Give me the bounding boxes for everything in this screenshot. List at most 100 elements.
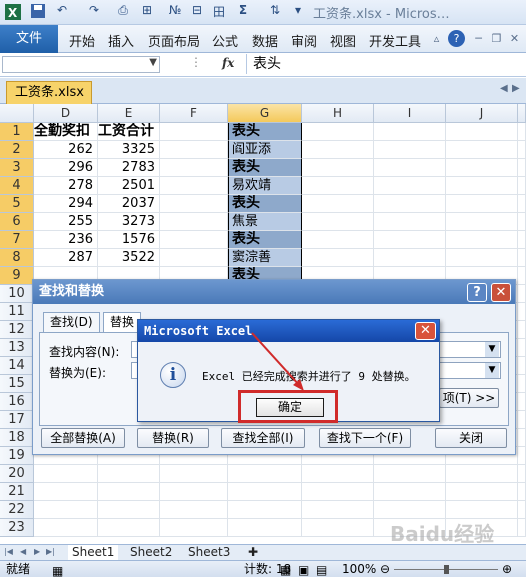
row-header[interactable]: 17 — [0, 411, 34, 429]
grid-cell[interactable] — [374, 177, 446, 195]
row-header[interactable]: 11 — [0, 303, 34, 321]
replace-button[interactable]: 替换(R) — [137, 428, 209, 448]
grid-cell[interactable] — [374, 231, 446, 249]
collapse-ribbon-icon[interactable]: ▵ — [428, 30, 445, 47]
grid-cell[interactable]: 2037 — [98, 195, 160, 213]
close-icon[interactable]: ✕ — [415, 322, 436, 340]
grid-cell[interactable] — [34, 501, 98, 519]
grid-cell[interactable] — [446, 141, 518, 159]
grid-cell[interactable] — [518, 429, 526, 447]
column-header[interactable]: E — [98, 104, 160, 123]
tab-replace[interactable]: 替换 — [103, 312, 142, 332]
grid-cell[interactable] — [160, 231, 228, 249]
grid-cell[interactable]: 287 — [34, 249, 98, 267]
row-header[interactable]: 20 — [0, 465, 34, 483]
workbook-tab[interactable]: 工资条.xlsx — [6, 81, 92, 104]
grid-cell[interactable] — [518, 501, 526, 519]
row-header[interactable]: 14 — [0, 357, 34, 375]
row-header[interactable]: 13 — [0, 339, 34, 357]
grid-cell[interactable] — [518, 195, 526, 213]
last-sheet-icon[interactable]: ▶| — [46, 547, 55, 556]
grid-cell[interactable] — [518, 213, 526, 231]
tab-page-layout[interactable]: 页面布局 — [148, 31, 200, 50]
sheet-tab-sheet3[interactable]: Sheet3 — [184, 545, 234, 561]
grid-cell[interactable] — [446, 501, 518, 519]
grid-cell[interactable] — [518, 465, 526, 483]
replace-all-button[interactable]: 全部替换(A) — [41, 428, 125, 448]
prev-sheet-icon[interactable]: ◀ — [20, 547, 26, 556]
grid-cell[interactable] — [160, 249, 228, 267]
grid-cell[interactable] — [374, 195, 446, 213]
sheet-tab-sheet1[interactable]: Sheet1 — [68, 545, 119, 561]
grid-cell[interactable]: 296 — [34, 159, 98, 177]
grid-cell[interactable] — [446, 465, 518, 483]
tab-find[interactable]: 查找(D) — [43, 312, 100, 332]
number-icon[interactable]: № — [166, 3, 184, 21]
grid-cell[interactable] — [160, 501, 228, 519]
chevron-down-icon[interactable]: ▼ — [485, 363, 499, 378]
grid-cell[interactable] — [518, 141, 526, 159]
sheet-tab-sheet2[interactable]: Sheet2 — [126, 545, 176, 561]
sort-icon[interactable]: ⇅ — [266, 3, 284, 21]
column-header[interactable]: H — [302, 104, 374, 123]
grid-cell[interactable]: 表头 — [228, 123, 302, 141]
grid-cell[interactable] — [302, 483, 374, 501]
grid-cell[interactable] — [446, 249, 518, 267]
formula-input[interactable]: 表头 — [246, 54, 524, 74]
grid-cell[interactable] — [518, 447, 526, 465]
chevron-down-icon[interactable]: ▼ — [485, 342, 499, 357]
grid-cell[interactable] — [302, 159, 374, 177]
file-tab[interactable]: 文件 — [0, 25, 58, 53]
grid-cell[interactable] — [160, 177, 228, 195]
grid-cell[interactable]: 278 — [34, 177, 98, 195]
row-header[interactable]: 10 — [0, 285, 34, 303]
grid-cell[interactable] — [302, 465, 374, 483]
close-button[interactable]: 关闭 — [435, 428, 507, 448]
row-header[interactable]: 21 — [0, 483, 34, 501]
next-sheet-icon[interactable]: ▶ — [34, 547, 40, 556]
format-icon[interactable]: ⊞ — [138, 3, 156, 21]
grid-cell[interactable]: 易欢靖 — [228, 177, 302, 195]
tab-view[interactable]: 视图 — [330, 31, 356, 50]
grid-cell[interactable]: 焦景 — [228, 213, 302, 231]
insert-sheet-icon[interactable]: ✚ — [244, 545, 262, 561]
options-button[interactable]: 项(T) >> — [439, 388, 499, 408]
insert-function-icon[interactable]: fx — [222, 56, 234, 70]
column-header[interactable]: I — [374, 104, 446, 123]
grid-cell[interactable] — [518, 267, 526, 285]
grid-cell[interactable] — [518, 357, 526, 375]
grid-cell[interactable] — [160, 159, 228, 177]
normal-view-icon[interactable]: ▦ — [280, 562, 291, 578]
grid-cell[interactable] — [446, 123, 518, 141]
grid-cell[interactable] — [518, 375, 526, 393]
help-icon[interactable]: ? — [467, 283, 487, 302]
grid-cell[interactable] — [98, 501, 160, 519]
grid-cell[interactable] — [302, 249, 374, 267]
grid-cell[interactable] — [160, 483, 228, 501]
grid-cell[interactable] — [228, 465, 302, 483]
row-header[interactable]: 22 — [0, 501, 34, 519]
print-preview-icon[interactable]: ⎙ — [114, 3, 132, 21]
column-header[interactable] — [518, 104, 526, 123]
customize-quick-access-icon[interactable]: ▾ — [292, 3, 304, 21]
grid-cell[interactable]: 255 — [34, 213, 98, 231]
grid-cell[interactable] — [518, 303, 526, 321]
grid-cell[interactable]: 表头 — [228, 195, 302, 213]
grid-cell[interactable] — [518, 519, 526, 537]
grid-cell[interactable] — [518, 321, 526, 339]
tab-insert[interactable]: 插入 — [108, 31, 134, 50]
grid-cell[interactable] — [446, 195, 518, 213]
grid-cell[interactable] — [160, 519, 228, 537]
row-header[interactable]: 5 — [0, 195, 34, 213]
grid-cell[interactable] — [160, 195, 228, 213]
grid-cell[interactable]: 窦淙善 — [228, 249, 302, 267]
row-header[interactable]: 18 — [0, 429, 34, 447]
zoom-in-icon[interactable]: ⊕ — [502, 561, 512, 577]
row-header[interactable]: 16 — [0, 393, 34, 411]
grid-cell[interactable] — [374, 483, 446, 501]
grid-cell[interactable]: 工资合计 — [98, 123, 160, 141]
restore-icon[interactable]: ❐ — [488, 30, 505, 47]
grid-cell[interactable] — [518, 177, 526, 195]
grid-cell[interactable] — [34, 465, 98, 483]
close-icon[interactable]: ✕ — [491, 283, 511, 302]
